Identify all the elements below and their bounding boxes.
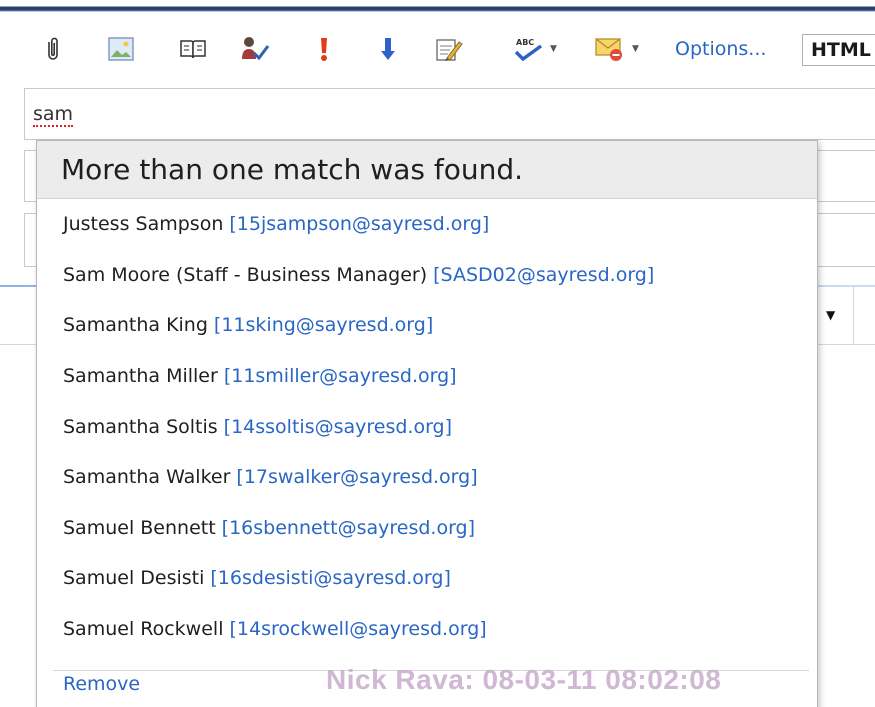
- match-name: Sam Moore (Staff - Business Manager): [63, 263, 428, 286]
- match-item[interactable]: Sam Moore (Staff - Business Manager) [SA…: [37, 250, 817, 301]
- misspelled-text: sam: [33, 103, 74, 127]
- match-item[interactable]: Samantha Miller [11smiller@sayresd.org]: [37, 351, 817, 402]
- insert-picture-icon[interactable]: [104, 28, 138, 70]
- toolbar-divider: [853, 287, 854, 345]
- popup-header: More than one match was found.: [37, 141, 817, 199]
- svg-text:ABC: ABC: [516, 38, 534, 47]
- match-email: [16sdesisti@sayresd.org]: [210, 567, 451, 590]
- to-input-value: sam: [33, 103, 74, 127]
- name-match-popup: More than one match was found. Justess S…: [36, 140, 818, 707]
- match-item[interactable]: Samuel Bennett [16sbennett@sayresd.org]: [37, 503, 817, 554]
- chevron-down-icon: ▼: [632, 44, 639, 54]
- high-importance-icon[interactable]: [312, 28, 336, 70]
- to-field[interactable]: sam: [24, 88, 875, 140]
- match-email: [15jsampson@sayresd.org]: [229, 213, 490, 236]
- timestamp-watermark: Nick Rava: 08-03-11 08:02:08: [326, 664, 722, 695]
- match-email: [11sking@sayresd.org]: [213, 314, 434, 337]
- match-email: [14srockwell@sayresd.org]: [229, 618, 487, 641]
- match-name: Samuel Desisti: [63, 567, 205, 590]
- match-item[interactable]: Samantha Walker [17swalker@sayresd.org]: [37, 452, 817, 503]
- match-name: Samuel Bennett: [63, 516, 216, 539]
- match-name: Justess Sampson: [63, 213, 224, 236]
- address-book-icon[interactable]: [176, 28, 210, 70]
- compose-toolbar: ABC ▼ ▼ Options... HTML: [0, 28, 875, 70]
- chevron-down-icon[interactable]: ▼: [826, 308, 835, 322]
- match-email: [14ssoltis@sayresd.org]: [223, 415, 453, 438]
- match-email: [11smiller@sayresd.org]: [223, 365, 457, 388]
- spell-check-icon: ABC: [512, 36, 544, 62]
- options-link[interactable]: Options...: [675, 28, 766, 70]
- spell-check-button[interactable]: ABC ▼: [512, 28, 572, 70]
- message-options-icon: [594, 36, 626, 62]
- match-email: [SASD02@sayresd.org]: [433, 263, 655, 286]
- window-frame: [0, 0, 875, 12]
- match-item[interactable]: Samantha Soltis [14ssoltis@sayresd.org]: [37, 401, 817, 452]
- match-email: [17swalker@sayresd.org]: [236, 466, 478, 489]
- low-importance-icon[interactable]: [376, 28, 400, 70]
- match-email: [16sbennett@sayresd.org]: [221, 516, 476, 539]
- match-name: Samantha Miller: [63, 365, 218, 388]
- match-list: Justess Sampson [15jsampson@sayresd.org]…: [37, 199, 817, 654]
- attach-icon[interactable]: [38, 28, 68, 70]
- match-name: Samuel Rockwell: [63, 618, 224, 641]
- match-name: Samantha Soltis: [63, 415, 218, 438]
- message-options-button[interactable]: ▼: [594, 28, 654, 70]
- match-name: Samantha Walker: [63, 466, 231, 489]
- match-item[interactable]: Justess Sampson [15jsampson@sayresd.org]: [37, 199, 817, 250]
- match-name: Samantha King: [63, 314, 208, 337]
- remove-link[interactable]: Remove: [63, 673, 140, 695]
- match-item[interactable]: Samuel Rockwell [14srockwell@sayresd.org…: [37, 604, 817, 655]
- check-names-icon[interactable]: [238, 28, 272, 70]
- match-item[interactable]: Samuel Desisti [16sdesisti@sayresd.org]: [37, 553, 817, 604]
- chevron-down-icon: ▼: [550, 44, 557, 54]
- match-item[interactable]: Samantha King [11sking@sayresd.org]: [37, 300, 817, 351]
- message-format-select[interactable]: HTML: [802, 34, 875, 66]
- signature-icon[interactable]: [432, 28, 466, 70]
- compose-window: ABC ▼ ▼ Options... HTML sam ▼ More than …: [0, 0, 875, 707]
